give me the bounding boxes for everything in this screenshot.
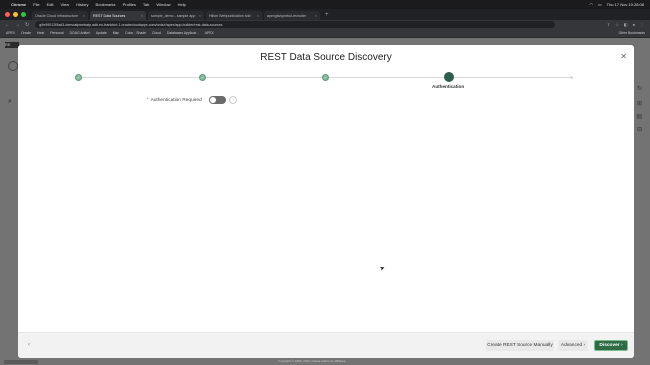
bookmark-item[interactable]: Mac	[113, 31, 119, 35]
window-controls	[5, 12, 26, 17]
auth-required-toggle[interactable]	[208, 96, 226, 104]
wizard-progress: ✓ ✓ ✓ Authentication	[18, 45, 634, 105]
new-tab-icon[interactable]: +	[325, 12, 329, 18]
background-grid-icon: ⊟	[636, 127, 642, 133]
bookmark-item[interactable]: Personal	[50, 31, 63, 35]
browser-tab[interactable]: Hilton Webpublication fold ×	[206, 11, 262, 20]
auth-required-label: Authentication Required	[150, 97, 202, 103]
tab-label: REST Data Sources	[93, 13, 126, 18]
rest-discovery-dialog: REST Data Source Discovery ✕ ✓ ✓ ✓ Authe…	[18, 45, 634, 358]
menu-window[interactable]: Window	[156, 2, 170, 7]
bookmark-item[interactable]: APEX	[205, 31, 214, 35]
background-sidebar-label: RE	[5, 42, 11, 47]
close-tab-icon[interactable]: ×	[315, 13, 317, 18]
close-tab-icon[interactable]: ×	[141, 13, 143, 18]
menu-profiles[interactable]: Profiles	[123, 2, 136, 7]
tab-label: sample_demo - sample app	[151, 13, 196, 18]
close-tab-icon[interactable]: ×	[257, 13, 259, 18]
bookmark-item[interactable]: APEX	[6, 31, 15, 35]
background-lock-icon: ⊞	[636, 101, 642, 107]
browser-tab[interactable]: apexgis/symbol-recruiter ×	[264, 11, 320, 20]
close-window-button[interactable]	[5, 12, 10, 17]
advanced-button[interactable]: Advanced ›	[558, 340, 588, 351]
tab-label: apexgis/symbol-recruiter	[267, 13, 307, 18]
status-bar-left	[4, 360, 38, 364]
close-tab-icon[interactable]: ×	[199, 13, 201, 18]
bookmark-item[interactable]: Color - Shade	[125, 31, 146, 35]
browser-tab[interactable]: Oracle Cloud Infrastructure ×	[32, 11, 88, 20]
url-text: g9e99012f5ad3-demoatpwebatp.adb.eu-frank…	[39, 22, 223, 27]
menu-view[interactable]: View	[60, 2, 69, 7]
toggle-knob	[209, 97, 216, 103]
menu-edit[interactable]: Edit	[47, 2, 54, 7]
bookmark-item[interactable]: Cloud	[152, 31, 161, 35]
background-sidebar-tab: RE	[5, 42, 19, 48]
close-tab-icon[interactable]: ×	[83, 13, 85, 18]
dialog-footer: ‹ Create REST Source Manually Advanced ›…	[18, 332, 634, 358]
menu-app-name[interactable]: Chrome	[11, 2, 26, 7]
extensions-icon[interactable]: ◧	[624, 22, 628, 27]
tab-label: Oracle Cloud Infrastructure	[35, 13, 79, 18]
mouse-cursor-icon: ➤	[379, 265, 387, 273]
background-avatar	[8, 61, 18, 71]
previous-step-button[interactable]: ‹	[24, 340, 34, 350]
menu-history[interactable]: History	[76, 2, 88, 7]
browser-tab-active[interactable]: REST Data Sources ×	[90, 11, 146, 20]
bookmark-star-icon[interactable]: ☆	[615, 22, 619, 27]
macos-menubar: Chrome File Edit View History Bookmarks …	[0, 0, 650, 9]
bookmark-item[interactable]: DOAG Artikel	[70, 31, 90, 35]
copyright-text: Copyright © 1999, 2022, Oracle and/or it…	[278, 359, 347, 363]
bookmarks-bar: APEX Oracle Heat Personal DOAG Artikel U…	[0, 29, 650, 38]
browser-tab[interactable]: sample_demo - sample app ×	[148, 11, 204, 20]
minimize-window-button[interactable]	[13, 12, 18, 17]
back-arrow-icon[interactable]: ←	[5, 22, 10, 28]
zoom-window-button[interactable]	[21, 12, 26, 17]
background-refresh-icon: ↻	[636, 86, 642, 92]
step-3-complete-icon: ✓	[322, 74, 329, 81]
auth-required-field: * Authentication Required ?	[147, 96, 237, 104]
required-marker: *	[147, 95, 149, 101]
menubar-clock[interactable]: Thu 17 Nov 10:28:08	[607, 2, 644, 7]
wifi-icon[interactable]: ◠	[589, 2, 593, 7]
create-manually-button[interactable]: Create REST Source Manually	[486, 340, 554, 351]
current-step-label: Authentication	[432, 84, 465, 89]
step-5-pending-icon	[570, 76, 573, 79]
tab-label: Hilton Webpublication fold	[209, 13, 251, 18]
menu-bookmarks[interactable]: Bookmarks	[96, 2, 116, 7]
step-2-complete-icon: ✓	[199, 74, 206, 81]
address-bar[interactable]: g9e99012f5ad3-demoatpwebatp.adb.eu-frank…	[35, 21, 556, 28]
step-1-complete-icon: ✓	[75, 74, 82, 81]
share-icon[interactable]: ⇪	[607, 22, 610, 27]
menu-dots-icon[interactable]: ⋮	[640, 22, 644, 27]
browser-tab-strip: Oracle Cloud Infrastructure × REST Data S…	[0, 9, 650, 20]
help-icon[interactable]: ?	[228, 96, 237, 104]
bookmark-item[interactable]: Databases Applicat...	[167, 31, 199, 35]
browser-toolbar: ← → ↻ g9e99012f5ad3-demoatpwebatp.adb.eu…	[0, 20, 650, 29]
reload-icon[interactable]: ↻	[25, 22, 29, 28]
battery-icon[interactable]: ▭	[598, 2, 602, 7]
background-search-icon: ⌕	[8, 98, 12, 105]
background-save-icon: ▤	[636, 114, 642, 120]
all-bookmarks[interactable]: Other Bookmarks	[619, 31, 645, 35]
menu-file[interactable]: File	[33, 2, 39, 7]
discover-button[interactable]: Discover ›	[594, 340, 628, 351]
bookmark-item[interactable]: Oracle	[21, 31, 31, 35]
bookmark-item[interactable]: Update	[96, 31, 107, 35]
profile-icon[interactable]: ●	[633, 22, 635, 27]
step-4-current-icon	[444, 72, 454, 82]
forward-arrow-icon[interactable]: →	[15, 22, 20, 28]
menu-tab[interactable]: Tab	[143, 2, 149, 7]
menu-help[interactable]: Help	[178, 2, 186, 7]
bookmark-item[interactable]: Heat	[37, 31, 44, 35]
